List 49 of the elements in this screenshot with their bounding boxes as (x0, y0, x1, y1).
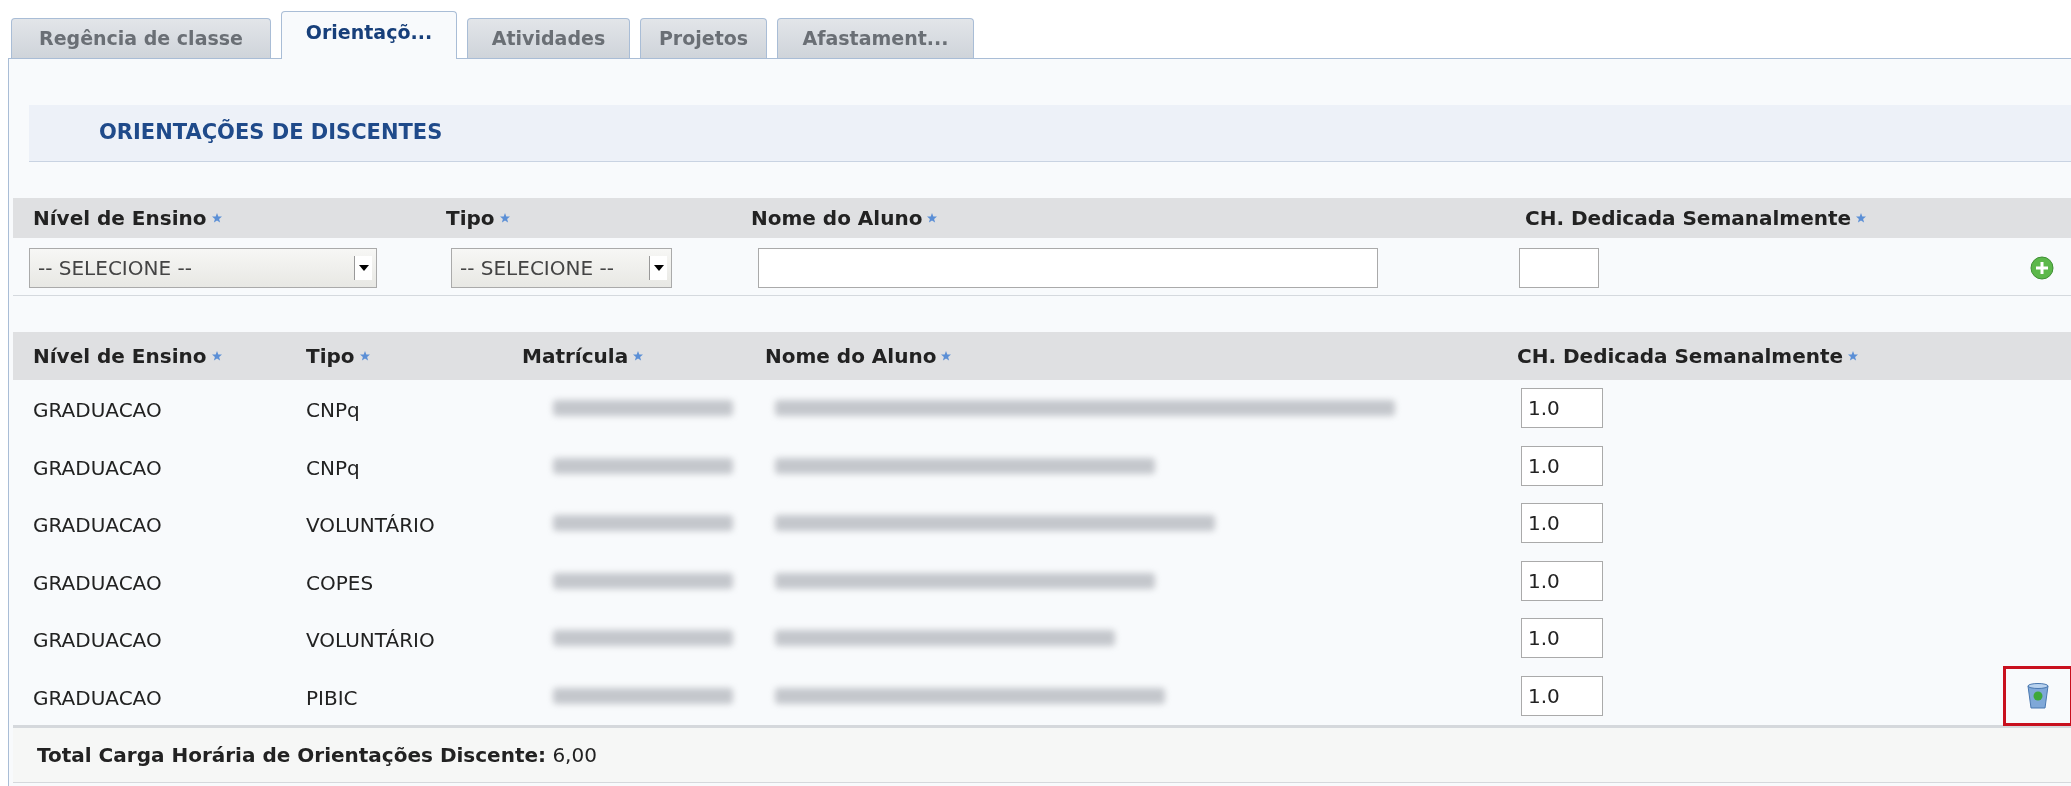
table-cell-text: GRADUACAO (33, 512, 162, 539)
column-header: Nome do Aluno (751, 205, 923, 232)
hours-field[interactable]: 1.0 (1521, 503, 1603, 543)
required-star-icon (632, 350, 645, 362)
add-icon[interactable] (2030, 256, 2054, 280)
tab[interactable]: Orientaçõ... (281, 11, 457, 59)
table-cell-text: PIBIC (306, 684, 358, 712)
column-header: Tipo (446, 205, 495, 232)
type-select[interactable]: -- SELECIONE -- (451, 248, 672, 288)
table-cell-text: GRADUACAO (33, 397, 162, 424)
required-star-icon (1855, 212, 1868, 224)
hours-field[interactable]: 1.0 (1521, 675, 1603, 716)
column-header: Nível de Ensino (33, 343, 207, 370)
table-cell-text: GRADUACAO (33, 454, 162, 482)
total-hours-text: Total Carga Horária de Orientações Discente: 6,00 (37, 742, 597, 769)
column-header: CH. Dedicada Semanalmente (1517, 343, 1844, 370)
column-header: CH. Dedicada Semanalmente (1525, 205, 1852, 232)
required-star-icon (940, 350, 953, 362)
table-cell-text: VOLUNTÁRIO (306, 512, 435, 539)
required-star-icon (358, 350, 371, 362)
hours-field[interactable]: 1.0 (1521, 618, 1603, 658)
table-cell-text: GRADUACAO (33, 684, 162, 712)
tab[interactable]: Afastament... (777, 18, 974, 58)
tab[interactable]: Regência de classe (11, 18, 271, 58)
column-header: Matrícula (522, 343, 629, 370)
table-cell-text: GRADUACAO (33, 627, 162, 654)
column-header: Tipo (306, 343, 355, 370)
tab[interactable]: Projetos (640, 18, 767, 58)
table-cell-text: CNPq (306, 454, 360, 482)
required-star-icon (498, 212, 511, 224)
student-name-field[interactable] (758, 248, 1378, 288)
level-select[interactable]: -- SELECIONE -- (29, 248, 377, 288)
column-header: Nível de Ensino (33, 205, 207, 232)
table-cell-text: CNPq (306, 397, 360, 424)
required-star-icon (1847, 350, 1860, 362)
hours-field[interactable] (1519, 248, 1599, 288)
required-star-icon (210, 212, 223, 224)
table-cell-text: GRADUACAO (33, 569, 162, 597)
section-title: ORIENTAÇÕES DE DISCENTES (99, 118, 443, 147)
hours-field[interactable]: 1.0 (1521, 388, 1603, 428)
required-star-icon (926, 212, 939, 224)
tab[interactable]: Atividades (467, 18, 630, 58)
trash-can-icon (2026, 681, 2050, 710)
table-cell-text: VOLUNTÁRIO (306, 627, 435, 654)
table-cell-text: COPES (306, 569, 374, 597)
column-header: Nome do Aluno (765, 343, 937, 370)
required-star-icon (210, 350, 223, 362)
hours-field[interactable]: 1.0 (1521, 445, 1603, 486)
hours-field[interactable]: 1.0 (1521, 560, 1603, 601)
